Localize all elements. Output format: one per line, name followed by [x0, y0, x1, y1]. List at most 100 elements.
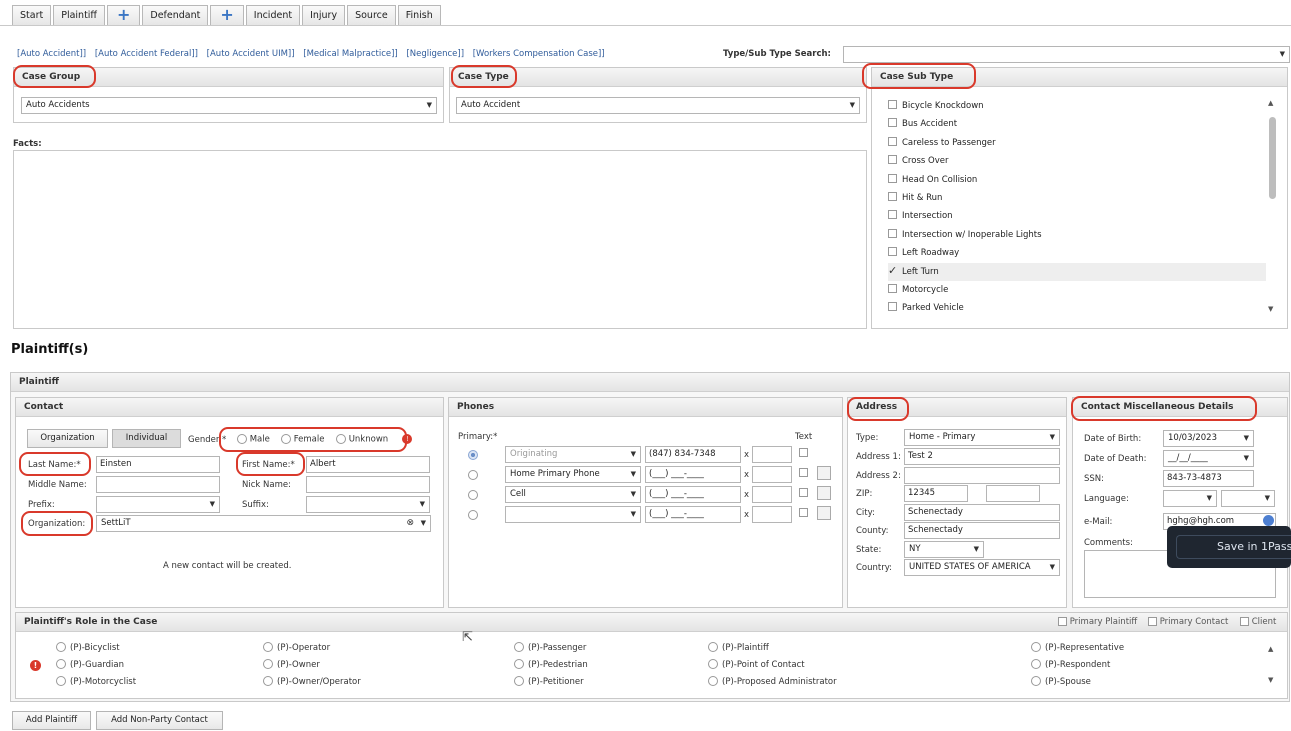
- phone-action-icon[interactable]: [817, 486, 831, 500]
- role-option[interactable]: (P)-Motorcyclist: [56, 675, 136, 687]
- tab-source[interactable]: Source: [347, 5, 396, 26]
- add-plaintiff-button[interactable]: Add Plaintiff: [12, 711, 91, 730]
- case-sub-type-item[interactable]: Parked Vehicle: [888, 299, 1266, 317]
- middle-name-input[interactable]: [96, 476, 220, 493]
- phone-number-input[interactable]: (847) 834-7348: [645, 446, 741, 463]
- zip-ext-input[interactable]: [986, 485, 1040, 502]
- phone-ext-input[interactable]: [752, 466, 792, 483]
- first-name-input[interactable]: Albert: [306, 456, 430, 473]
- scroll-down-icon[interactable]: ▼: [1268, 305, 1273, 313]
- quick-link[interactable]: [Auto Accident Federal]]: [95, 49, 198, 59]
- role-option[interactable]: (P)-Pedestrian: [514, 658, 588, 670]
- scroll-down-icon[interactable]: ▼: [1268, 676, 1273, 684]
- primary-plaintiff-option[interactable]: Primary Plaintiff: [1058, 617, 1137, 627]
- case-sub-type-item[interactable]: Head On Collision: [888, 171, 1266, 189]
- tab-plaintiff[interactable]: Plaintiff: [53, 5, 105, 26]
- quick-link[interactable]: [Workers Compensation Case]]: [473, 49, 605, 59]
- case-sub-type-item[interactable]: ✓ Left Turn: [888, 262, 1266, 281]
- last-name-input[interactable]: Einsten: [96, 456, 220, 473]
- gender-male-option[interactable]: Male: [237, 434, 270, 445]
- role-option[interactable]: (P)-Guardian: [56, 658, 124, 670]
- nick-name-input[interactable]: [306, 476, 430, 493]
- zip-input[interactable]: 12345: [904, 485, 968, 502]
- tab-finish[interactable]: Finish: [397, 5, 441, 26]
- phone-ext-input[interactable]: [752, 506, 792, 523]
- gender-female-option[interactable]: Female: [281, 434, 324, 445]
- save-in-password-manager-button[interactable]: Save in 1Pass: [1176, 535, 1291, 559]
- case-sub-type-item[interactable]: Motorcycle: [888, 281, 1266, 299]
- phone-text-checkbox[interactable]: [799, 447, 808, 458]
- ssn-input[interactable]: 843-73-4873: [1163, 470, 1254, 487]
- role-option[interactable]: (P)-Operator: [263, 641, 330, 653]
- dod-select[interactable]: __/__/____ ▼: [1163, 450, 1254, 467]
- quick-link[interactable]: [Auto Accident]]: [17, 49, 86, 59]
- role-option[interactable]: (P)-Representative: [1031, 641, 1124, 653]
- scrollbar[interactable]: ▲ ▼: [1268, 99, 1278, 319]
- phone-type-select[interactable]: Originating ▼: [505, 446, 641, 463]
- country-select[interactable]: UNITED STATES OF AMERICA ▼: [904, 559, 1060, 576]
- language-select[interactable]: ▼: [1163, 490, 1217, 507]
- role-option[interactable]: (P)-Bicyclist: [56, 641, 120, 653]
- language-level-select[interactable]: ▼: [1221, 490, 1275, 507]
- scroll-up-icon[interactable]: ▲: [1268, 99, 1273, 107]
- phone-type-select[interactable]: Home Primary Phone ▼: [505, 466, 641, 483]
- phone-type-select[interactable]: ▼: [505, 506, 641, 523]
- tab-defendant[interactable]: Defendant: [142, 5, 209, 26]
- tab-incident[interactable]: Incident: [245, 5, 301, 26]
- organization-select[interactable]: SettLiT ⊗ ▼: [96, 515, 431, 532]
- phone-primary-radio[interactable]: [468, 469, 478, 480]
- role-option[interactable]: (P)-Point of Contact: [708, 658, 805, 670]
- case-sub-type-item[interactable]: Cross Over: [888, 152, 1266, 170]
- city-input[interactable]: Schenectady: [904, 504, 1060, 521]
- role-option[interactable]: (P)-Spouse: [1031, 675, 1091, 687]
- clear-icon[interactable]: ⊗: [406, 516, 414, 531]
- organization-button[interactable]: Organization: [27, 429, 108, 448]
- phone-ext-input[interactable]: [752, 446, 792, 463]
- case-sub-type-item[interactable]: Left Roadway: [888, 244, 1266, 262]
- phone-text-checkbox[interactable]: [799, 467, 808, 478]
- phone-primary-radio[interactable]: [468, 449, 478, 460]
- phone-action-icon[interactable]: [817, 466, 831, 480]
- add-plaintiff-tab-icon[interactable]: +: [106, 5, 141, 26]
- tab-injury[interactable]: Injury: [302, 5, 346, 26]
- gender-unknown-option[interactable]: Unknown: [336, 434, 388, 445]
- type-search-select[interactable]: ▼: [843, 46, 1290, 63]
- facts-textarea[interactable]: [13, 150, 867, 329]
- case-sub-type-item[interactable]: Intersection w/ Inoperable Lights: [888, 226, 1266, 244]
- phone-ext-input[interactable]: [752, 486, 792, 503]
- county-input[interactable]: Schenectady: [904, 522, 1060, 539]
- phone-number-input[interactable]: (___) ___-____: [645, 506, 741, 523]
- phone-primary-radio[interactable]: [468, 509, 478, 520]
- case-type-select[interactable]: Auto Accident ▼: [456, 97, 860, 114]
- role-option[interactable]: (P)-Passenger: [514, 641, 586, 653]
- client-option[interactable]: Client: [1240, 617, 1276, 627]
- address2-input[interactable]: [904, 467, 1060, 484]
- scrollbar-thumb[interactable]: [1269, 117, 1276, 199]
- prefix-select[interactable]: ▼: [96, 496, 220, 513]
- suffix-select[interactable]: ▼: [306, 496, 430, 513]
- case-sub-type-item[interactable]: Bicycle Knockdown: [888, 97, 1266, 115]
- add-non-party-contact-button[interactable]: Add Non-Party Contact: [96, 711, 223, 730]
- scroll-up-icon[interactable]: ▲: [1268, 645, 1273, 653]
- role-option[interactable]: (P)-Owner: [263, 658, 320, 670]
- phone-action-icon[interactable]: [817, 506, 831, 520]
- case-sub-type-item[interactable]: Hit & Run: [888, 189, 1266, 207]
- quick-link[interactable]: [Auto Accident UIM]]: [207, 49, 295, 59]
- role-option[interactable]: (P)-Owner/Operator: [263, 675, 361, 687]
- phone-primary-radio[interactable]: [468, 489, 478, 500]
- role-option[interactable]: (P)-Plaintiff: [708, 641, 769, 653]
- phone-type-select[interactable]: Cell ▼: [505, 486, 641, 503]
- phone-number-input[interactable]: (___) ___-____: [645, 466, 741, 483]
- phone-text-checkbox[interactable]: [799, 487, 808, 498]
- case-group-select[interactable]: Auto Accidents ▼: [21, 97, 437, 114]
- primary-contact-option[interactable]: Primary Contact: [1148, 617, 1228, 627]
- case-sub-type-item[interactable]: Intersection: [888, 207, 1266, 225]
- address1-input[interactable]: Test 2: [904, 448, 1060, 465]
- add-defendant-tab-icon[interactable]: +: [210, 5, 244, 26]
- case-sub-type-item[interactable]: Bus Accident: [888, 115, 1266, 133]
- dob-select[interactable]: 10/03/2023 ▼: [1163, 430, 1254, 447]
- individual-button[interactable]: Individual: [112, 429, 181, 448]
- phone-number-input[interactable]: (___) ___-____: [645, 486, 741, 503]
- role-option[interactable]: (P)-Respondent: [1031, 658, 1110, 670]
- phone-text-checkbox[interactable]: [799, 507, 808, 518]
